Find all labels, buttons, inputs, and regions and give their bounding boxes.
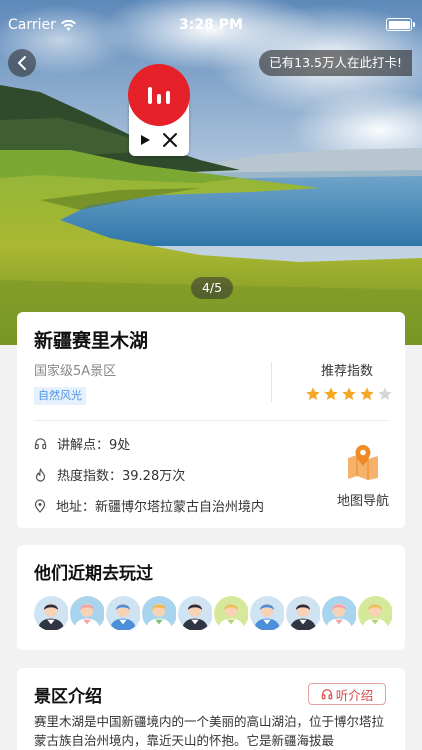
recent-visitors-title: 他们近期去玩过 [34,564,153,584]
recommend-label: 推荐指数 [320,364,373,379]
play-icon[interactable] [139,134,151,146]
attraction-level: 国家级5A景区 [34,364,117,379]
headphones-icon [321,689,333,700]
back-button[interactable] [8,49,36,77]
audio-floating-widget[interactable] [128,64,190,156]
attraction-intro-card: 景区介绍 听介绍 赛里木湖是中国新疆境内的一个美丽的高山湖泊，位于博尔塔拉蒙古族… [17,668,405,750]
avatar-woman-blue[interactable] [105,595,142,632]
photo-counter: 4/5 [191,277,233,299]
avatar-man-suit[interactable] [33,595,70,632]
star-icon [324,387,338,400]
popularity-row: 热度指数：39.28万次 [34,465,185,484]
popularity-text: 热度指数：39.28万次 [57,469,186,484]
commentary-points-text: 讲解点：9处 [57,438,131,453]
checkin-count-badge: 已有13.5万人在此打卡! [259,50,412,76]
star-icon [342,387,356,400]
avatar-woman-green[interactable] [357,595,394,632]
battery-icon [386,18,415,31]
listen-intro-button[interactable]: 听介绍 [308,683,386,705]
category-tag: 自然风光 [34,387,86,405]
flame-icon [35,467,46,482]
avatar-woman-pink[interactable] [321,595,358,632]
recent-visitors-card: 他们近期去玩过 [17,545,405,650]
divider [271,362,272,402]
divider [34,420,388,421]
intro-title: 景区介绍 [34,687,102,707]
avatar-woman-pink[interactable] [69,595,106,632]
commentary-points-row: 讲解点：9处 [34,434,130,453]
map-pin-icon [348,445,378,480]
avatar-man-bowtie[interactable] [141,595,178,632]
star-icon [306,387,320,400]
headphones-icon [34,438,47,450]
listen-intro-label: 听介绍 [335,687,374,703]
map-nav-label: 地图导航 [336,494,389,509]
star-icon [378,387,392,400]
avatar-list [33,595,394,632]
intro-text: 赛里木湖是中国新疆境内的一个美丽的高山湖泊，位于博尔塔拉蒙古族自治州境内，靠近天… [34,714,385,748]
hero-banner[interactable]: Carrier 3:28 PM 已有13.5万人在此打卡! 4/5 [0,0,422,345]
avatar-woman-green[interactable] [213,595,250,632]
map-navigation-button[interactable]: 地图导航 [333,444,393,509]
address-row: 地址：新疆博尔塔拉蒙古自治州境内 [34,496,264,515]
close-icon[interactable] [162,132,178,148]
chevron-left-icon [18,56,26,70]
status-time: 3:28 PM [179,17,243,33]
rating-stars [305,386,393,402]
soundwave-icon [148,87,170,104]
avatar-man-suit[interactable] [285,595,322,632]
avatar-woman-blue[interactable] [249,595,286,632]
attraction-title: 新疆赛里木湖 [34,330,149,352]
audio-app-icon[interactable] [128,64,190,126]
status-bar: Carrier 3:28 PM [0,0,422,52]
location-pin-icon [34,498,46,513]
attraction-info-card: 新疆赛里木湖 国家级5A景区 自然风光 推荐指数 讲解点：9处 热度指数：39.… [17,312,405,528]
avatar-man-suit[interactable] [177,595,214,632]
address-text: 地址：新疆博尔塔拉蒙古自治州境内 [56,500,265,515]
star-icon [360,387,374,400]
